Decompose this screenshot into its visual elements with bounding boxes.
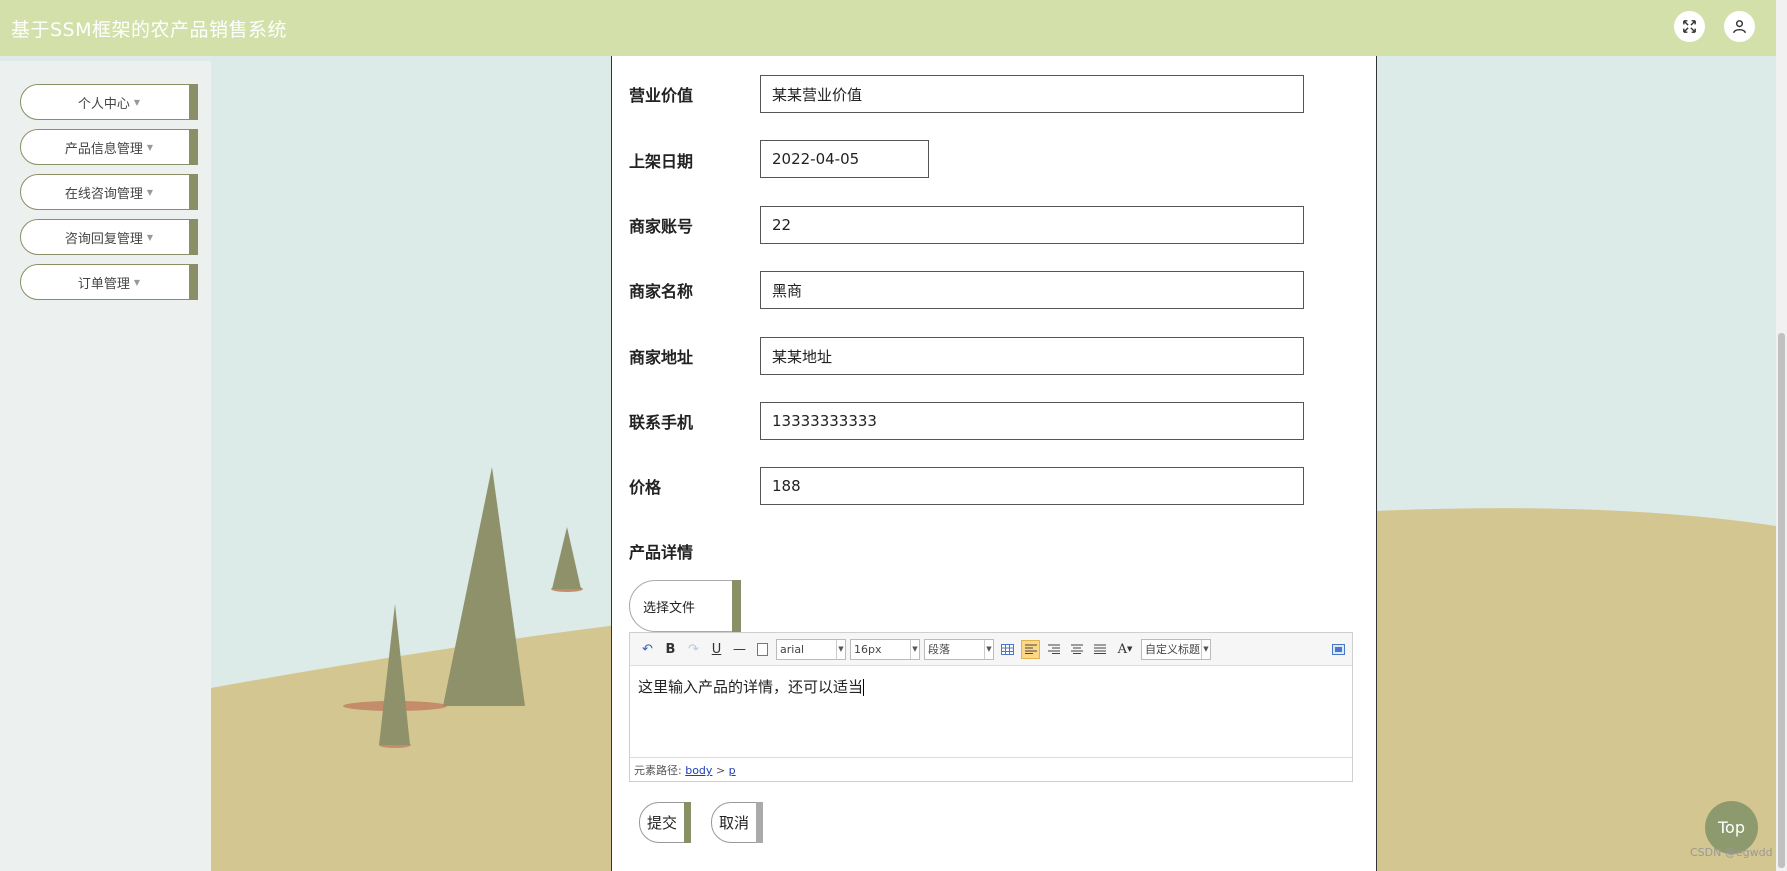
paragraph-value: 段落 <box>928 643 950 656</box>
text-cursor <box>863 679 865 696</box>
cancel-button[interactable]: 取消 <box>711 802 763 843</box>
field-label-merchant-account: 商家账号 <box>629 217 694 236</box>
caret-down-icon: ▼ <box>133 277 141 287</box>
business-value-input[interactable]: 某某营业价值 <box>760 75 1304 113</box>
preview-icon[interactable] <box>1329 640 1348 659</box>
sidebar-item-product-info[interactable]: 产品信息管理 ▼ <box>20 129 198 165</box>
sidebar-item-online-consult[interactable]: 在线咨询管理 ▼ <box>20 174 198 210</box>
contact-phone-input[interactable]: 13333333333 <box>760 402 1304 440</box>
field-label-price: 价格 <box>629 478 662 497</box>
font-color-icon[interactable]: A ▼ <box>1113 640 1137 659</box>
caret-down-icon: ▼ <box>146 187 154 197</box>
bold-icon[interactable]: B <box>661 640 680 659</box>
align-right-icon[interactable] <box>1044 640 1063 659</box>
sidebar-item-label: 产品信息管理 <box>64 141 143 157</box>
field-label-contact-phone: 联系手机 <box>629 413 694 432</box>
font-size-select[interactable]: 16px ▼ <box>850 638 920 660</box>
back-to-top-label: Top <box>1718 818 1745 837</box>
element-path-p-link[interactable]: p <box>729 764 736 777</box>
align-center-icon[interactable] <box>1067 640 1086 659</box>
field-label-listing-date: 上架日期 <box>629 152 694 171</box>
font-family-select[interactable]: arial ▼ <box>776 638 846 660</box>
underline-icon[interactable]: U <box>707 640 726 659</box>
font-size-value: 16px <box>854 642 882 656</box>
choose-file-label: 选择文件 <box>643 600 696 616</box>
submit-label: 提交 <box>646 814 677 832</box>
paragraph-select[interactable]: 段落 ▼ <box>924 638 994 660</box>
custom-title-value: 自定义标题 <box>1145 643 1200 656</box>
chevron-down-icon: ▼ <box>836 639 845 659</box>
field-label-product-detail: 产品详情 <box>629 543 694 562</box>
rich-text-editor: ↶ B ↷ U — arial ▼ 16px ▼ 段落 ▼ A ▼ 自定义标题 … <box>629 632 1353 782</box>
cancel-label: 取消 <box>718 814 749 832</box>
watermark: CSDN @egwdd <box>1690 846 1773 859</box>
price-input[interactable]: 188 <box>760 467 1304 505</box>
chevron-down-icon: ▼ <box>1201 639 1210 659</box>
merchant-address-input[interactable]: 某某地址 <box>760 337 1304 375</box>
field-label-merchant-name: 商家名称 <box>629 282 694 301</box>
custom-title-select[interactable]: 自定义标题 ▼ <box>1141 638 1211 660</box>
scrollbar-thumb[interactable] <box>1778 333 1785 868</box>
sidebar-item-personal-center[interactable]: 个人中心 ▼ <box>20 84 198 120</box>
sidebar-item-consult-reply[interactable]: 咨询回复管理 ▼ <box>20 219 198 255</box>
caret-down-icon: ▼ <box>146 142 154 152</box>
choose-file-button[interactable]: 选择文件 <box>629 580 741 632</box>
element-path-separator: > <box>715 764 726 777</box>
chevron-down-icon: ▼ <box>984 639 993 659</box>
sidebar-item-label: 咨询回复管理 <box>64 231 143 247</box>
redo-icon[interactable]: ↷ <box>684 640 703 659</box>
align-left-icon[interactable] <box>1021 639 1040 659</box>
editor-content-area[interactable]: 这里输入产品的详情，还可以适当 <box>630 666 1352 757</box>
user-button[interactable] <box>1724 11 1755 42</box>
new-document-icon[interactable] <box>753 640 772 659</box>
merchant-account-input[interactable]: 22 <box>760 206 1304 244</box>
font-family-value: arial <box>780 642 805 656</box>
element-path-bar: 元素路径: body > p <box>630 757 1352 781</box>
insert-table-icon[interactable] <box>998 640 1017 659</box>
undo-icon[interactable]: ↶ <box>638 640 657 659</box>
element-path-label: 元素路径: <box>634 764 682 777</box>
editor-content-text: 这里输入产品的详情，还可以适当 <box>638 678 864 696</box>
editor-toolbar: ↶ B ↷ U — arial ▼ 16px ▼ 段落 ▼ A ▼ 自定义标题 … <box>630 633 1352 666</box>
merchant-name-input[interactable]: 黑商 <box>760 271 1304 309</box>
top-bar: 基于SSM框架的农产品销售系统 <box>0 0 1776 56</box>
listing-date-input[interactable]: 2022-04-05 <box>760 140 929 178</box>
chevron-down-icon: ▼ <box>910 639 919 659</box>
sidebar-item-label: 订单管理 <box>77 276 130 292</box>
app-title: 基于SSM框架的农产品销售系统 <box>11 18 288 41</box>
fullscreen-button[interactable] <box>1674 11 1705 42</box>
form-panel: 营业价值 某某营业价值 上架日期 2022-04-05 商家账号 22 商家名称… <box>611 56 1377 871</box>
user-icon <box>1733 20 1746 34</box>
sidebar-item-orders[interactable]: 订单管理 ▼ <box>20 264 198 300</box>
caret-down-icon: ▼ <box>133 97 141 107</box>
sidebar: 个人中心 ▼ 产品信息管理 ▼ 在线咨询管理 ▼ 咨询回复管理 ▼ 订单管理 ▼ <box>0 56 211 871</box>
caret-down-icon: ▼ <box>146 232 154 242</box>
page-scrollbar[interactable] <box>1776 0 1787 871</box>
submit-button[interactable]: 提交 <box>639 802 691 843</box>
sidebar-item-label: 在线咨询管理 <box>64 186 143 202</box>
element-path-body-link[interactable]: body <box>685 764 712 777</box>
horizontal-rule-icon[interactable]: — <box>730 640 749 659</box>
align-justify-icon[interactable] <box>1090 640 1109 659</box>
field-label-business-value: 营业价值 <box>629 86 694 105</box>
sidebar-item-label: 个人中心 <box>77 96 130 112</box>
field-label-merchant-address: 商家地址 <box>629 348 694 367</box>
expand-icon <box>1683 20 1696 33</box>
